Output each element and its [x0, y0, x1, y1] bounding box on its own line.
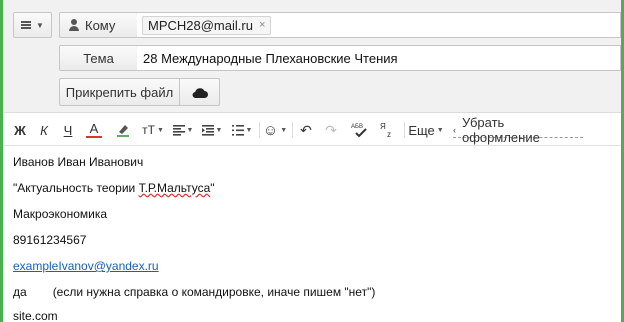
transliterate-button[interactable]: Я z: [378, 120, 398, 140]
body-line-topic: "Актуальность теории Т.Р.Мальтуса": [13, 181, 215, 195]
italic-button[interactable]: К: [37, 120, 51, 140]
emoji-button[interactable]: ☺ ▼: [263, 120, 287, 140]
highlight-button[interactable]: [114, 120, 132, 140]
undo-button[interactable]: ↶: [298, 120, 314, 140]
message-body[interactable]: Иванов Иван Иванович "Актуальность теори…: [3, 147, 621, 322]
attach-file-button[interactable]: Прикрепить файл: [59, 78, 180, 106]
topic-name: Т.Р.Мальтуса: [138, 181, 211, 195]
underline-button[interactable]: Ч: [61, 120, 75, 140]
body-line-phone: 89161234567: [13, 233, 87, 247]
more-button[interactable]: Еще ▼: [408, 120, 444, 140]
spellcheck-icon: АБВ: [351, 124, 367, 138]
to-label: Кому: [85, 17, 116, 33]
font-size-label: тТ: [142, 123, 155, 137]
bold-button[interactable]: Ж: [13, 120, 27, 140]
body-line-site: site.com: [13, 309, 58, 322]
menu-button[interactable]: ▼: [13, 12, 52, 38]
align-button[interactable]: ▼: [171, 120, 195, 140]
toolbar-divider: [404, 122, 405, 138]
cloud-attach-button[interactable]: [179, 78, 220, 106]
certificate-answer: да: [13, 285, 27, 299]
highlighter-icon: [117, 125, 129, 137]
redo-button[interactable]: ↷: [323, 120, 339, 140]
topic-prefix: "Актуальность теории: [13, 181, 139, 195]
menu-icon: [21, 21, 32, 29]
chevron-down-icon: ▼: [280, 126, 288, 134]
chevron-down-icon: ▼: [36, 20, 44, 30]
recipient-chip[interactable]: MPCH28@mail.ru ×: [142, 15, 272, 35]
list-button[interactable]: ▼: [230, 120, 254, 140]
chevron-down-icon: ▼: [156, 126, 164, 134]
certificate-note: (если нужна справка о командировке, инач…: [52, 285, 376, 299]
redo-icon: ↷: [325, 121, 337, 138]
translit-label: Я: [380, 122, 386, 131]
clear-format-link[interactable]: ‹ Убрать оформление: [453, 115, 583, 145]
toolbar-divider: [292, 122, 293, 138]
more-label: Еще: [408, 122, 435, 138]
align-left-icon: [172, 124, 185, 136]
body-line-certificate: да (если нужна справка о командировке, ин…: [13, 285, 375, 299]
topic-suffix: ": [210, 181, 215, 195]
chevron-left-icon: ‹: [453, 124, 456, 135]
to-field[interactable]: MPCH28@mail.ru ×: [137, 12, 621, 38]
font-size-button[interactable]: тТ ▼: [140, 120, 166, 140]
spellcheck-button[interactable]: АБВ: [349, 120, 373, 140]
chevron-down-icon: ▼: [215, 126, 223, 134]
spellcheck-label: АБВ: [351, 124, 363, 130]
indent-icon: [201, 124, 214, 136]
body-line-name: Иванов Иван Иванович: [13, 155, 144, 169]
cloud-icon: [192, 87, 208, 98]
body-line-email[interactable]: exampleIvanov@yandex.ru: [13, 259, 159, 273]
body-line-section: Макроэкономика: [13, 207, 108, 221]
svg-text:z: z: [387, 130, 391, 139]
to-button[interactable]: Кому: [59, 12, 138, 38]
person-icon: [68, 19, 80, 31]
toolbar-divider: [259, 122, 260, 138]
undo-icon: ↶: [300, 121, 312, 138]
chevron-down-icon: ▼: [436, 126, 444, 134]
text-color-button[interactable]: А: [86, 120, 102, 138]
numbered-list-icon: [231, 124, 244, 136]
subject-label: Тема: [59, 45, 138, 71]
remove-recipient-icon[interactable]: ×: [259, 19, 265, 31]
translit-icon: Я z: [380, 122, 391, 139]
subject-field[interactable]: 28 Международные Плехановские Чтения: [137, 45, 621, 71]
chevron-down-icon: ▼: [186, 126, 194, 134]
recipient-email: MPCH28@mail.ru: [148, 17, 253, 33]
formatting-toolbar: Ж К Ч А тТ ▼ ▼ ▼ ▼ ☺ ▼ ↶ ↷ АБВ Я z Еще ▼…: [3, 114, 621, 146]
clear-format-label: Убрать оформление: [462, 114, 540, 145]
indent-button[interactable]: ▼: [200, 120, 224, 140]
smiley-icon: ☺: [262, 121, 279, 139]
chevron-down-icon: ▼: [245, 126, 253, 134]
